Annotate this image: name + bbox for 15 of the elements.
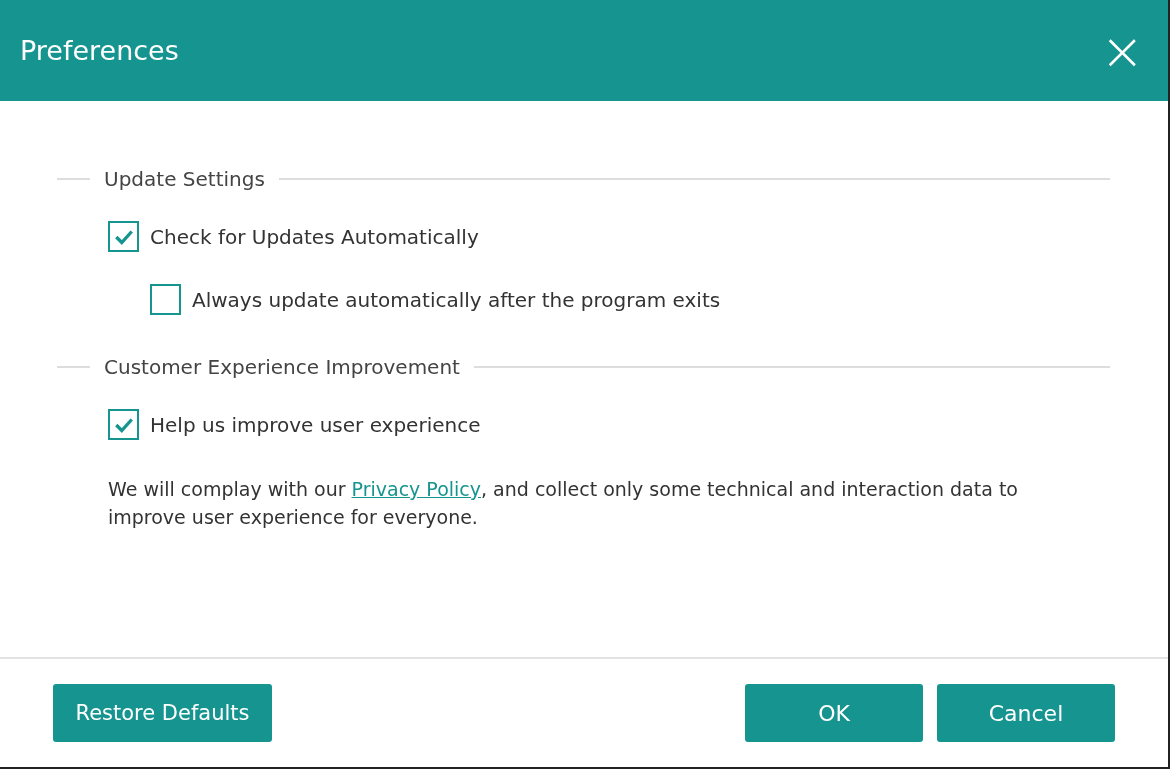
checkbox[interactable] (108, 409, 139, 440)
close-button[interactable]: × (1096, 24, 1148, 77)
checkbox-label: Always update automatically after the program exits (192, 287, 721, 312)
dialog-button[interactable]: Cancel (937, 684, 1115, 742)
checkbox[interactable] (150, 284, 181, 315)
section-title: Customer Experience Improvement (104, 355, 460, 379)
privacy-policy-link[interactable]: Privacy Policy (351, 478, 481, 500)
privacy-note: We will complay with our Privacy Policy, and collect only some technical and interaction data to improve user experience for everyone. (108, 477, 1019, 530)
restore-defaults-button[interactable]: Restore Defaults (53, 684, 272, 742)
checkbox-label: Help us improve user experience (150, 412, 481, 437)
dialog-button[interactable]: OK (745, 684, 923, 742)
window-title: Preferences (20, 35, 179, 66)
checkbox-label: Check for Updates Automatically (150, 224, 479, 249)
section-title: Update Settings (104, 167, 265, 191)
checkbox[interactable] (108, 221, 139, 252)
